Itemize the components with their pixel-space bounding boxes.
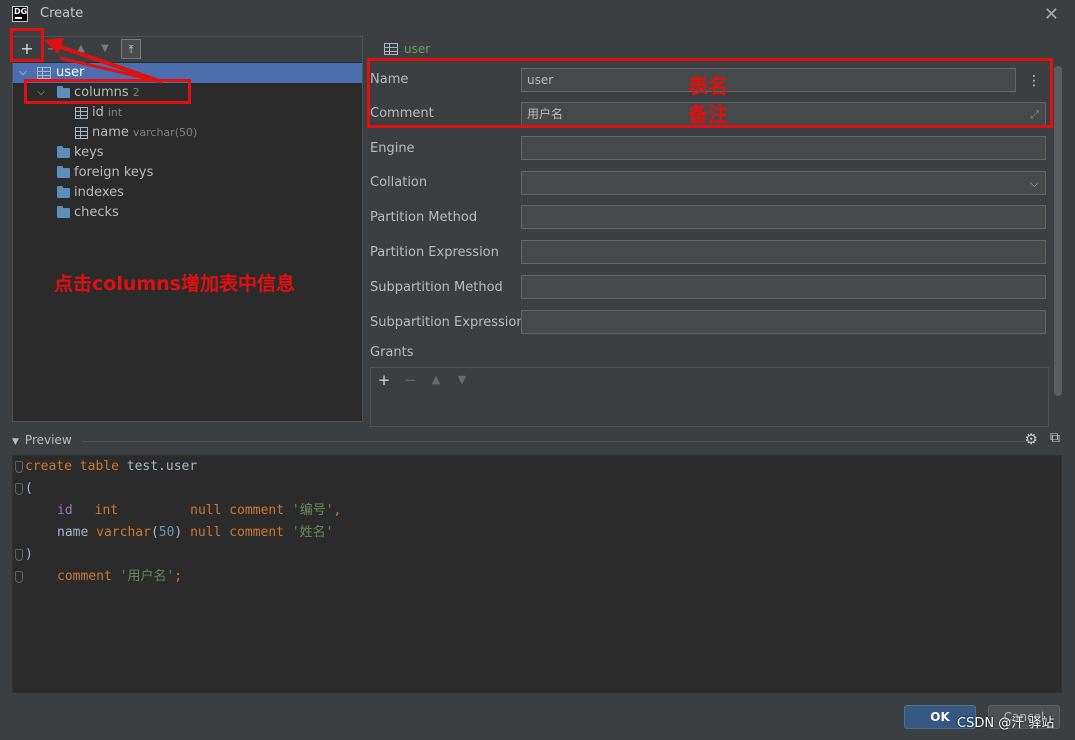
arrow-head-icon — [44, 38, 64, 54]
arrow-line — [59, 56, 163, 84]
arrow-line — [51, 42, 163, 84]
annotation-arrow — [44, 38, 163, 84]
